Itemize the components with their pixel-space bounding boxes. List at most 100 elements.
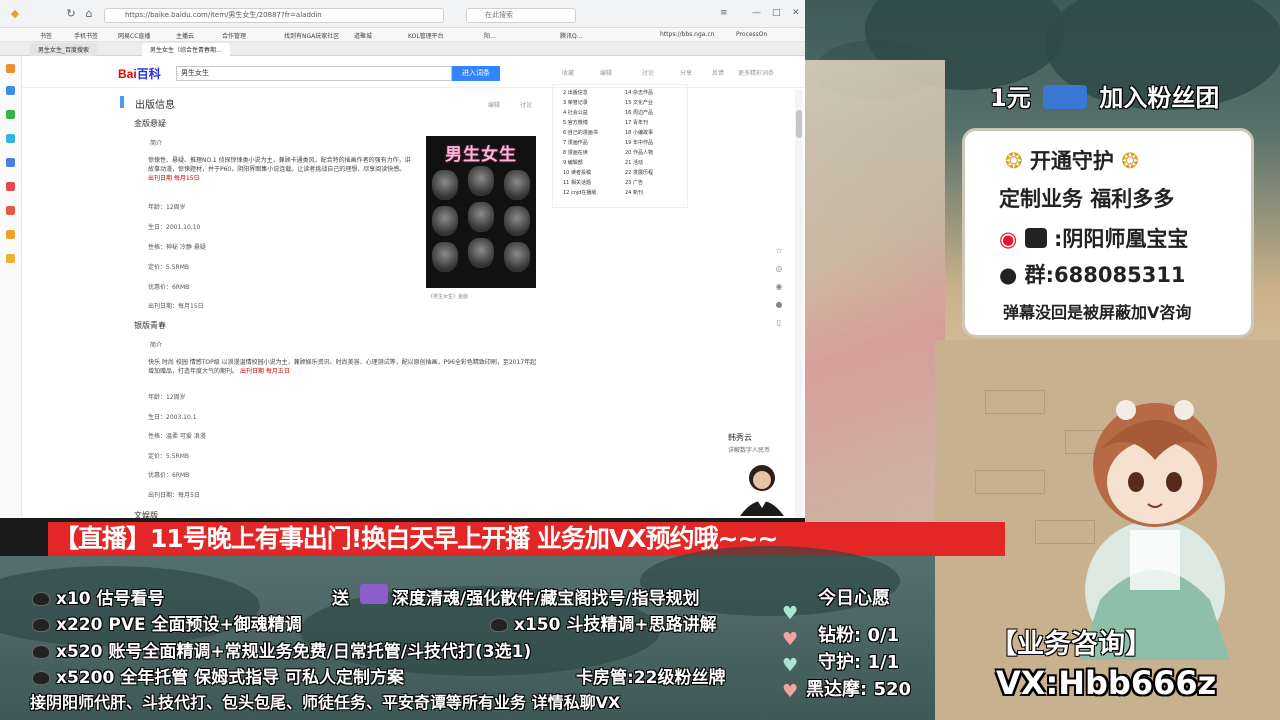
bookmark-item[interactable]: 合作管理 <box>222 31 246 40</box>
baike-search-input[interactable]: 男生女生 <box>176 66 452 81</box>
feedback-link[interactable]: 反馈 <box>712 68 724 77</box>
bookmark-item[interactable]: 道聚城 <box>354 31 372 40</box>
bookmark-item[interactable]: 腾讯Q… <box>560 31 583 40</box>
back-icon[interactable]: ↻ <box>64 7 78 21</box>
toc-item[interactable]: 15 文化产业 <box>625 99 653 106</box>
sidebar-app-icon[interactable] <box>6 86 15 95</box>
field-text: 定价：5.5RMB <box>148 264 190 271</box>
cover-title: 男生女生 <box>445 145 517 165</box>
intro-label: 简介 <box>150 140 163 147</box>
field-text: 定价：5.5RMB <box>148 453 190 460</box>
wish-item: 守护: 1/1 <box>818 652 900 673</box>
wish-title: 今日心愿 <box>818 588 890 609</box>
swirl-icon: ❂ <box>1005 149 1023 173</box>
discuss-link[interactable]: 讨论 <box>642 68 654 77</box>
bookmark-item[interactable]: KOL管理平台 <box>408 31 444 40</box>
browser-search-input[interactable]: 在此搜索 <box>466 8 576 23</box>
sidebar-app-icon[interactable] <box>6 230 15 239</box>
toc-item[interactable]: 4 社会公益 <box>563 109 588 116</box>
field-text: 生日：2001.10.10 <box>148 224 201 231</box>
daruma-icon <box>32 645 50 659</box>
toc-item[interactable]: 17 青年刊 <box>625 119 648 126</box>
phone-icon[interactable]: ▯ <box>774 318 784 328</box>
address-bar[interactable]: https://baike.baidu.com/item/男生女生/20887?… <box>104 8 444 23</box>
fan-club-text: 加入粉丝团 <box>1099 84 1220 112</box>
tab-strip: 男生女生_百度搜索 男生女生（综合性青春期… <box>0 42 805 56</box>
minimize-icon[interactable]: — <box>752 8 761 18</box>
daruma-icon <box>490 618 508 632</box>
toc-item[interactable]: 10 读者投稿 <box>563 169 591 176</box>
toc-item[interactable]: 20 作品人物 <box>625 149 653 156</box>
toc-item[interactable]: 24 新刊 <box>625 189 643 196</box>
toc-item[interactable]: 21 活动 <box>625 159 643 166</box>
toc-item[interactable]: 14 杂志作品 <box>625 89 653 96</box>
close-icon[interactable]: ✕ <box>792 8 800 18</box>
sidebar-app-icon[interactable] <box>6 206 15 215</box>
toc-item[interactable]: 11 相关话题 <box>563 179 591 186</box>
bookmark-item[interactable]: 主播云 <box>176 31 194 40</box>
toc-item[interactable]: 12 cnjd在播版 <box>563 189 596 196</box>
browser-titlebar: ◆ ↻ ⌂ https://baike.baidu.com/item/男生女生/… <box>0 0 805 28</box>
share-icon[interactable]: ◎ <box>774 264 784 274</box>
sidebar-app-icon[interactable] <box>6 254 15 263</box>
sidebar-app-icon[interactable] <box>6 182 15 191</box>
page-scrollbar[interactable] <box>795 90 803 518</box>
toc-item[interactable]: 16 周边产品 <box>625 109 653 116</box>
subsection-title: 银版青春 <box>134 321 166 330</box>
browser-window: ◆ ↻ ⌂ https://baike.baidu.com/item/男生女生/… <box>0 0 805 518</box>
section-title: 出版信息 <box>135 100 175 111</box>
field-text: 年龄：12周岁 <box>148 394 186 401</box>
baike-logo[interactable]: Bai百科 <box>118 65 161 82</box>
sidebar-app-icon[interactable] <box>6 110 15 119</box>
menu-icon[interactable]: ≡ <box>720 8 728 18</box>
enter-entry-button[interactable]: 进入词条 <box>452 66 500 81</box>
field-text: 优惠价：6RMB <box>148 472 190 479</box>
toc-item[interactable]: 9 编辑部 <box>563 159 583 166</box>
swirl-icon: ❂ <box>1121 149 1139 173</box>
subsection-title: 文娱版 <box>134 511 158 518</box>
edit-link[interactable]: 编辑 <box>600 68 612 77</box>
bookmark-item[interactable]: ProcessOn <box>736 31 767 38</box>
toc-item[interactable]: 7 漫画作品 <box>563 139 588 146</box>
toc-item[interactable]: 18 小编故事 <box>625 129 653 136</box>
chat-icon[interactable]: ◉ <box>774 282 784 292</box>
toc-item[interactable]: 2 出版信息 <box>563 89 588 96</box>
bookmark-item[interactable]: 网易CC直播 <box>118 31 150 40</box>
bookmark-item[interactable]: 阳… <box>484 31 496 40</box>
tab-search[interactable]: 男生女生_百度搜索 <box>30 43 98 56</box>
daruma-icon <box>32 592 50 606</box>
collect-link[interactable]: 收藏 <box>562 68 574 77</box>
toc-item[interactable]: 3 荣誉记录 <box>563 99 588 106</box>
bookmark-item[interactable]: https://bbs.nga.cn <box>660 31 714 38</box>
more-link[interactable]: 更多精彩词条 <box>738 68 774 77</box>
sidebar-app-icon[interactable] <box>6 158 15 167</box>
sidebar-app-icon[interactable] <box>6 64 15 73</box>
weibo-icon: ◉ <box>999 227 1018 251</box>
section-discuss-link[interactable]: 讨论 <box>520 100 532 109</box>
bookmarks-bar: 书签 手机书签 网易CC直播 主播云 合作管理 找到有NGA玩家社区 道聚城 K… <box>0 28 805 42</box>
toc-item[interactable]: 8 漫画在读 <box>563 149 588 156</box>
ad-avatar-image[interactable] <box>732 456 792 516</box>
toc-item[interactable]: 5 官方微博 <box>563 119 588 126</box>
share-link[interactable]: 分享 <box>680 68 692 77</box>
toc-item[interactable]: 6 自己的漫画书 <box>563 129 598 136</box>
home-icon[interactable]: ⌂ <box>82 7 96 21</box>
bookmark-item[interactable]: 书签 <box>40 31 52 40</box>
toc-item[interactable]: 19 年中作品 <box>625 139 653 146</box>
ad-subtitle: 详解数字人民币 <box>728 447 771 454</box>
section-edit-link[interactable]: 编辑 <box>488 100 500 109</box>
scroll-thumb[interactable] <box>796 110 802 138</box>
service-row: x220 PVE 全面预设+御魂精调 x150 斗技精调+思路讲解 <box>32 610 717 635</box>
field-text: 性格：温柔 可爱 浪漫 <box>148 433 206 440</box>
fan-club-banner: 1元 加入粉丝团 <box>990 78 1219 113</box>
toc-item[interactable]: 23 广告 <box>625 179 643 186</box>
user-icon[interactable]: ● <box>774 300 784 310</box>
toc-item[interactable]: 22 发展历程 <box>625 169 653 176</box>
bookmark-item[interactable]: 手机书签 <box>74 31 98 40</box>
magazine-cover-image[interactable]: 男生女生 <box>426 136 536 288</box>
sidebar-app-icon[interactable] <box>6 134 15 143</box>
star-icon[interactable]: ☆ <box>774 246 784 256</box>
tab-baike[interactable]: 男生女生（综合性青春期… <box>142 43 231 56</box>
bookmark-item[interactable]: 找到有NGA玩家社区 <box>284 31 339 40</box>
maximize-icon[interactable]: □ <box>772 8 781 18</box>
